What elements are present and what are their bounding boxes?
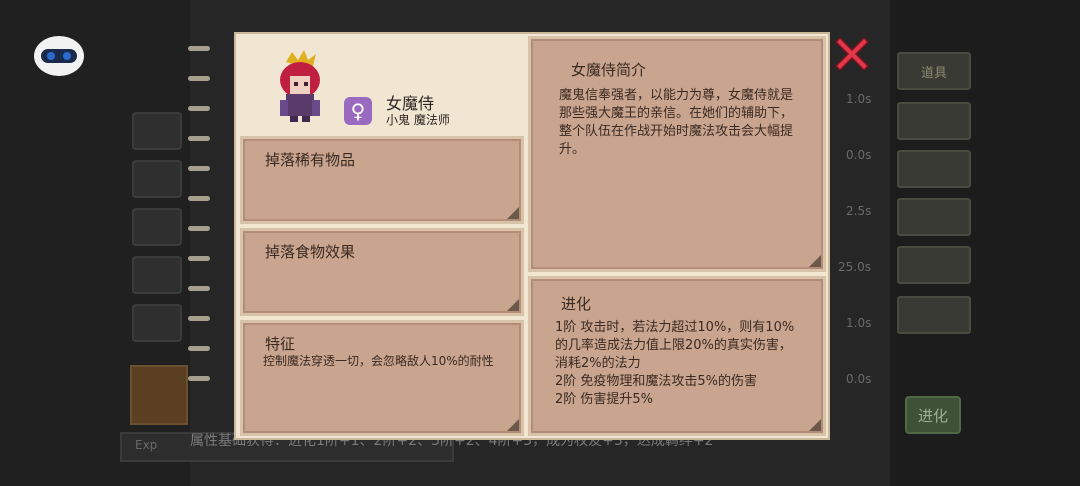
trait-text: 控制魔法穿透一切，会忽略敌人10%的耐性 — [263, 354, 494, 368]
evolution-line: 2阶 伤害提升5% — [555, 392, 654, 407]
side-button[interactable] — [897, 198, 971, 236]
rare-drop-title: 掉落稀有物品 — [265, 151, 356, 169]
side-button[interactable] — [897, 102, 971, 140]
food-drop-title: 掉落食物效果 — [265, 243, 356, 261]
time-label: 25.0s — [838, 260, 871, 274]
food-drop-panel: 掉落食物效果 — [240, 228, 524, 316]
background-avatar — [130, 365, 188, 425]
time-label: 2.5s — [846, 204, 872, 218]
evolve-button[interactable]: 进化 — [905, 396, 961, 434]
trait-panel: 特征 控制魔法穿透一切，会忽略敌人10%的耐性 — [240, 320, 524, 436]
background-slot — [132, 304, 182, 342]
evolution-panel: 进化 1阶 攻击时，若法力超过10%，则有10%的几率造成法力值上限20%的真实… — [528, 276, 826, 436]
exp-label: Exp — [135, 438, 158, 452]
character-portrait — [268, 50, 332, 124]
intro-text: 魔鬼信奉强者，以能力为尊，女魔侍就是那些强大魔王的亲信。在她们的辅助下，整个队伍… — [559, 88, 794, 157]
intro-title: 女魔侍简介 — [571, 61, 647, 79]
time-label: 0.0s — [846, 148, 872, 162]
evolution-line: 2阶 免疫物理和魔法攻击5%的伤害 — [555, 374, 758, 389]
close-icon — [834, 36, 870, 72]
side-button[interactable] — [897, 296, 971, 334]
side-button-items[interactable]: 道具 — [897, 52, 971, 90]
side-button[interactable] — [897, 246, 971, 284]
time-label: 1.0s — [846, 92, 872, 106]
background-slot — [132, 208, 182, 246]
character-classes: 小鬼 魔法师 — [386, 113, 450, 127]
notebook-binding — [188, 46, 214, 426]
close-button[interactable] — [832, 34, 872, 74]
time-label: 0.0s — [846, 372, 872, 386]
rare-drop-panel: 掉落稀有物品 — [240, 136, 524, 224]
side-button[interactable] — [897, 150, 971, 188]
background-slot — [132, 160, 182, 198]
evolution-line: 1阶 攻击时，若法力超过10%，则有10%的几率造成法力值上限20%的真实伤害，… — [555, 320, 795, 371]
female-gender-icon: ♀ — [344, 97, 372, 125]
background-slot — [132, 112, 182, 150]
intro-panel: 女魔侍简介 魔鬼信奉强者，以能力为尊，女魔侍就是那些强大魔王的亲信。在她们的辅助… — [528, 36, 826, 272]
background-slot — [132, 256, 182, 294]
app-logo — [34, 36, 84, 76]
evolution-title: 进化 — [561, 295, 592, 313]
evolution-text: 1阶 攻击时，若法力超过10%，则有10%的几率造成法力值上限20%的真实伤害，… — [555, 319, 795, 409]
time-label: 1.0s — [846, 316, 872, 330]
gamepad-icon — [41, 49, 77, 63]
trait-title: 特征 — [265, 335, 296, 353]
